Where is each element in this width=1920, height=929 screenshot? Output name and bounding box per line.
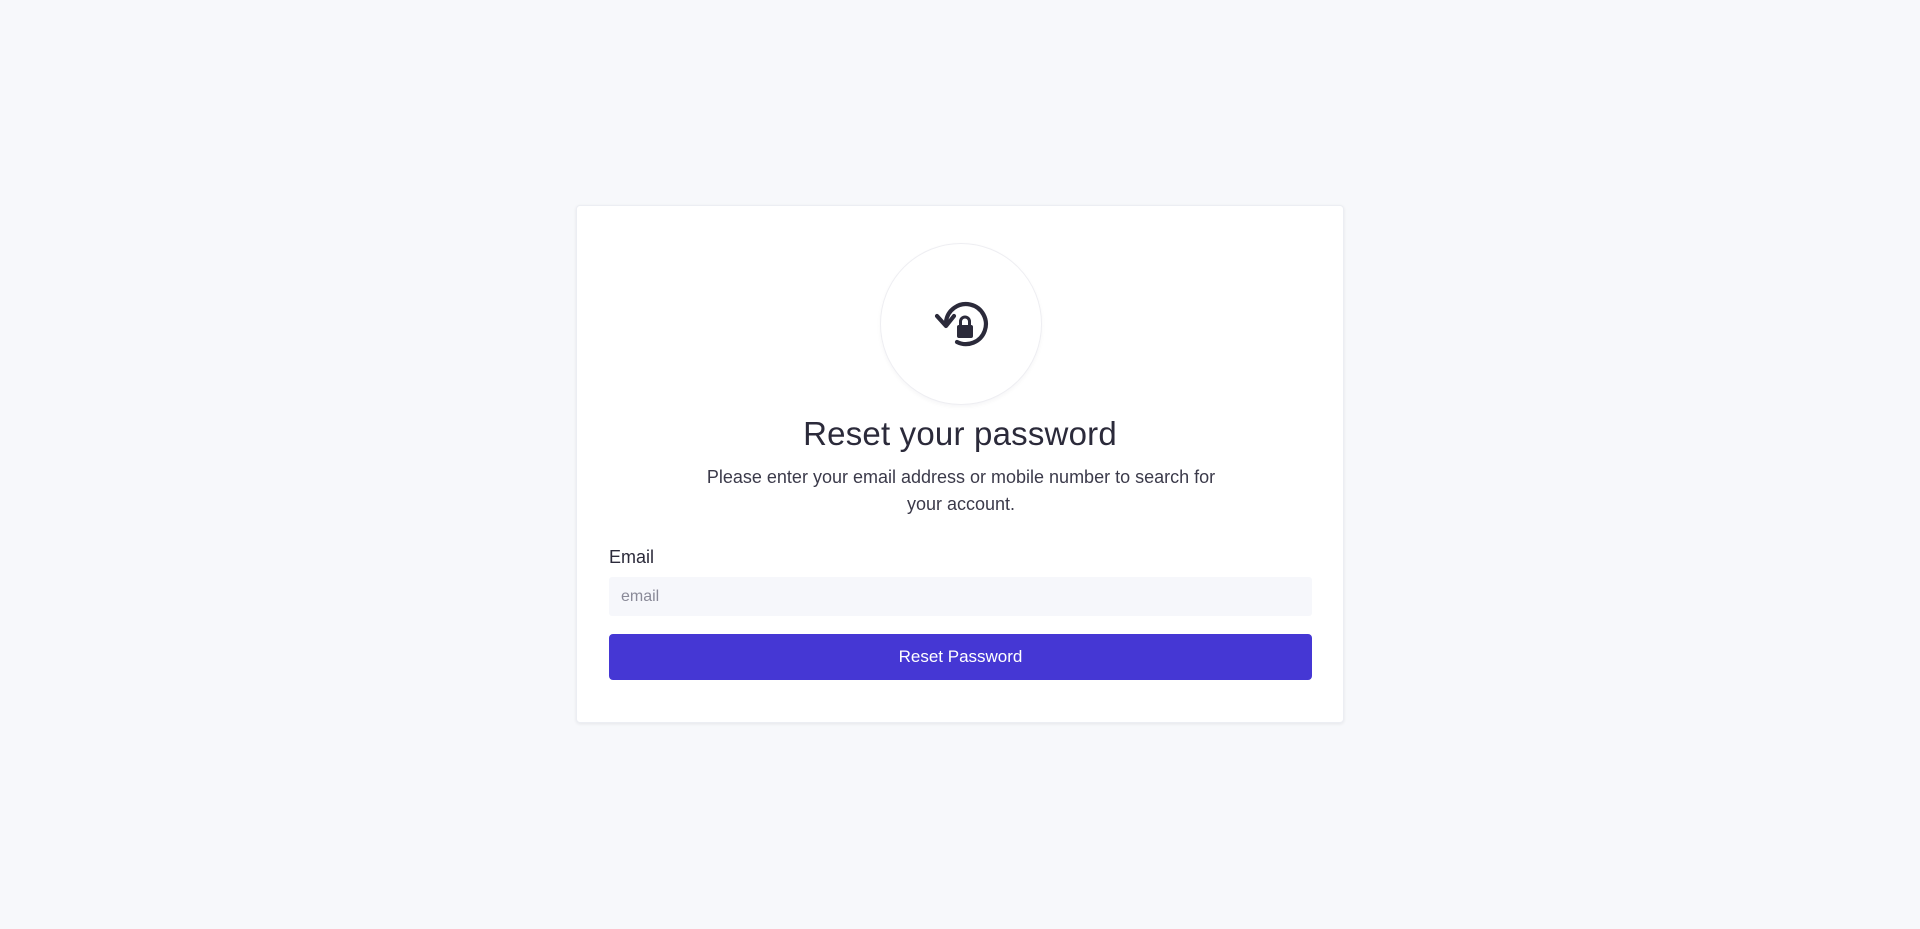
lock-reset-icon <box>932 298 990 350</box>
email-label: Email <box>609 547 655 567</box>
reset-password-button[interactable]: Reset Password <box>609 634 1312 680</box>
email-input[interactable] <box>609 577 1312 616</box>
page-title: Reset your password <box>803 415 1117 452</box>
page-subtitle: Please enter your email address or mobil… <box>706 467 1216 514</box>
icon-container <box>880 243 1042 405</box>
reset-password-card: Reset your password Please enter your em… <box>576 205 1344 723</box>
